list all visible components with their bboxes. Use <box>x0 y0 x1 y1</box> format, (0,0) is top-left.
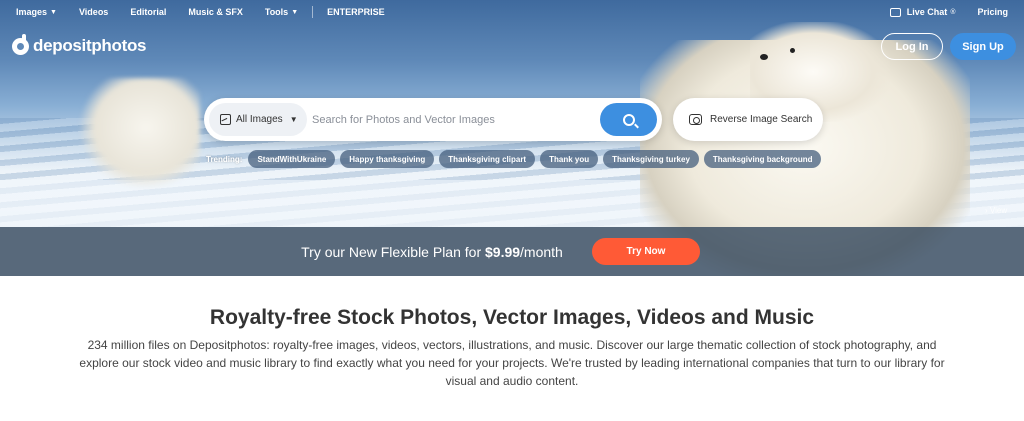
chevron-right-icon: › <box>985 206 988 215</box>
pricing-label: Pricing <box>977 7 1008 17</box>
trending-label: Trending: <box>206 154 243 164</box>
logo-icon <box>12 33 29 55</box>
camera-search-icon <box>689 114 702 125</box>
top-navigation: Images ▼ Videos Editorial Music & SFX Too… <box>0 0 1024 24</box>
hero-banner: Images ▼ Videos Editorial Music & SFX Too… <box>0 0 1024 276</box>
live-chat-link[interactable]: Live Chat ® <box>889 7 956 17</box>
promo-text-after: /month <box>520 243 563 260</box>
trending-tags: Trending: StandWithUkraine Happy thanksg… <box>206 150 826 168</box>
view-label: View <box>989 206 1008 215</box>
signup-button[interactable]: Sign Up <box>950 33 1016 60</box>
nav-images[interactable]: Images ▼ <box>16 7 57 17</box>
page-description: 234 million files on Depositphotos: roya… <box>79 338 945 388</box>
nav-enterprise-label: ENTERPRISE <box>327 7 385 17</box>
try-now-button[interactable]: Try Now <box>592 238 700 265</box>
live-chat-label: Live Chat <box>906 7 948 17</box>
chat-icon <box>889 7 901 17</box>
reverse-search-label: Reverse Image Search <box>710 114 813 125</box>
promo-banner: Try our New Flexible Plan for $9.99/mont… <box>0 227 1024 276</box>
trending-tag[interactable]: StandWithUkraine <box>248 150 336 168</box>
search-bar: All Images ▼ <box>204 98 662 141</box>
nav-music-sfx[interactable]: Music & SFX <box>188 7 243 17</box>
site-logo[interactable]: depositphotos <box>12 33 147 56</box>
trending-tag[interactable]: Thanksgiving background <box>703 150 822 168</box>
nav-editorial-label: Editorial <box>130 7 167 17</box>
promo-text-before: Try our New Flexible Plan for <box>301 243 485 260</box>
login-button[interactable]: Log In <box>881 33 943 60</box>
promo-text: Try our New Flexible Plan for $9.99/mont… <box>301 244 563 260</box>
view-image-link[interactable]: › View <box>985 206 1007 215</box>
caret-down-icon: ▼ <box>291 8 299 16</box>
nav-images-label: Images <box>16 7 48 17</box>
logo-text: depositphotos <box>33 36 147 55</box>
search-input[interactable] <box>312 105 594 134</box>
polar-bear-background <box>80 78 200 188</box>
page-title: Royalty-free Stock Photos, Vector Images… <box>209 306 815 329</box>
caret-down-icon: ▼ <box>289 115 298 124</box>
intro-section: Royalty-free Stock Photos, Vector Images… <box>0 276 1024 421</box>
trending-tag[interactable]: Thank you <box>540 150 599 168</box>
image-icon <box>220 114 231 125</box>
nav-tools-label: Tools <box>264 7 289 17</box>
search-category-select[interactable]: All Images ▼ <box>209 103 307 136</box>
nav-videos-label: Videos <box>78 7 109 17</box>
polar-bear-eye <box>790 48 795 53</box>
nav-right: Live Chat ® Pricing <box>868 7 1008 17</box>
nav-music-label: Music & SFX <box>188 7 243 17</box>
promo-price: $9.99 <box>485 243 521 260</box>
trending-tag[interactable]: Happy thanksgiving <box>340 150 435 168</box>
trending-tag[interactable]: Thanksgiving turkey <box>603 150 699 168</box>
chat-status-icon: ® <box>950 8 956 16</box>
nav-editorial[interactable]: Editorial <box>130 7 166 17</box>
trending-tag[interactable]: Thanksgiving clipart <box>439 150 536 168</box>
search-button[interactable] <box>600 103 657 136</box>
search-category-label: All Images <box>236 114 283 125</box>
caret-down-icon: ▼ <box>50 8 57 16</box>
search-icon <box>622 113 635 126</box>
polar-bear-nose <box>760 54 768 60</box>
reverse-image-search-button[interactable]: Reverse Image Search <box>673 98 823 141</box>
nav-divider <box>312 6 314 18</box>
nav-tools[interactable]: Tools ▼ <box>265 7 298 17</box>
nav-pricing[interactable]: Pricing <box>977 7 1008 17</box>
nav-videos[interactable]: Videos <box>79 7 108 17</box>
nav-enterprise[interactable]: ENTERPRISE <box>327 7 385 17</box>
